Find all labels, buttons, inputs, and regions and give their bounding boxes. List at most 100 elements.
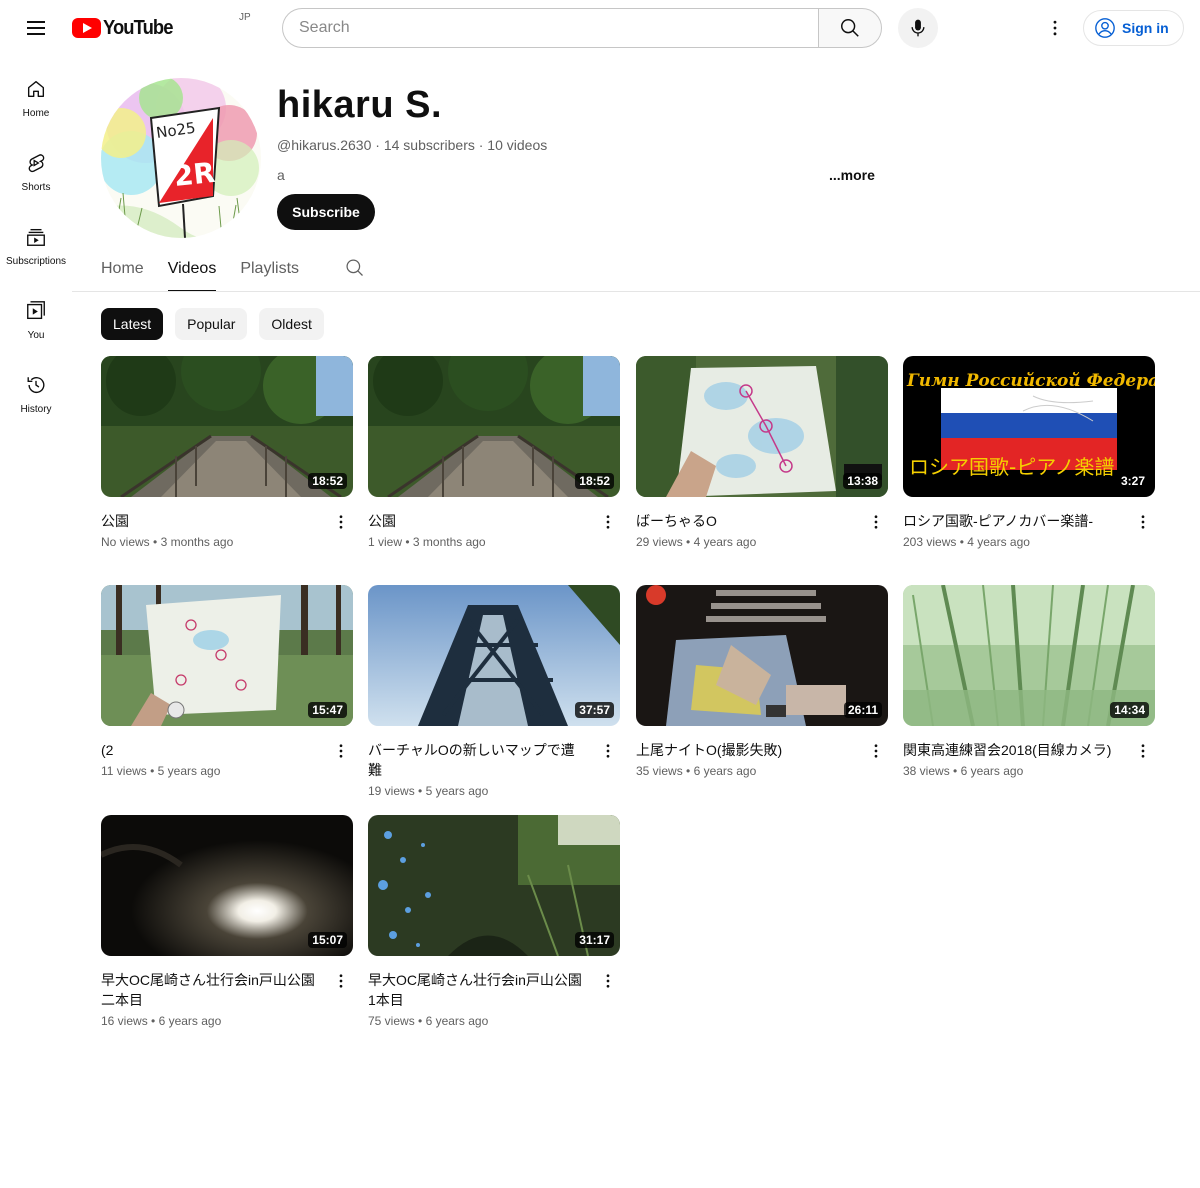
- video-age: 6 years ago: [960, 764, 1024, 778]
- chip-popular[interactable]: Popular: [175, 308, 248, 340]
- tab-home[interactable]: Home: [101, 248, 144, 292]
- video-duration: 14:34: [1110, 702, 1149, 718]
- video-thumbnail[interactable]: 18:52: [368, 356, 620, 497]
- video-menu-button[interactable]: [596, 969, 620, 993]
- video-card[interactable]: 18:52 公園 No views • 3 months ago: [101, 356, 353, 549]
- video-card[interactable]: 15:07 早大OC尾崎さん壮行会in戸山公園二本目 16 views • 6 …: [101, 815, 353, 1028]
- menu-icon[interactable]: [16, 8, 56, 48]
- more-vert-icon: [1141, 744, 1145, 758]
- channel-name: hikaru S.: [277, 84, 442, 126]
- video-thumbnail[interactable]: 14:34: [903, 585, 1155, 726]
- voice-search-button[interactable]: [898, 8, 938, 48]
- masthead: YouTube JP Sign in: [0, 0, 1200, 56]
- subscriptions-icon: [27, 228, 45, 246]
- video-duration: 15:47: [308, 702, 347, 718]
- video-title[interactable]: 上尾ナイトO(撮影失敗): [636, 740, 856, 760]
- video-menu-button[interactable]: [329, 739, 353, 763]
- tab-videos[interactable]: Videos: [167, 248, 216, 292]
- video-duration: 18:52: [575, 473, 614, 489]
- video-metadata: 11 views • 5 years ago: [101, 764, 221, 778]
- video-card[interactable]: 37:57 バーチャルOの新しいマップで遭難 19 views • 5 year…: [368, 585, 620, 798]
- video-title[interactable]: 早大OC尾崎さん壮行会in戸山公園二本目: [101, 970, 321, 1010]
- sidebar-item-subscriptions[interactable]: Subscriptions: [0, 204, 72, 278]
- channel-description[interactable]: a: [277, 167, 285, 183]
- video-card[interactable]: Гимн Российской Федерации ロシア国歌-ピアノ楽譜 3:…: [903, 356, 1155, 549]
- video-thumbnail[interactable]: 18:52: [101, 356, 353, 497]
- video-thumbnail[interactable]: 31:17: [368, 815, 620, 956]
- logo-text: YouTube: [103, 16, 173, 39]
- video-duration: 15:07: [308, 932, 347, 948]
- sort-chips: Latest Popular Oldest: [101, 308, 324, 340]
- video-title[interactable]: 公園: [368, 511, 588, 531]
- video-title[interactable]: ばーちゃるO: [636, 511, 856, 531]
- subscribe-button[interactable]: Subscribe: [277, 194, 375, 230]
- video-duration: 3:27: [1116, 473, 1149, 489]
- video-menu-button[interactable]: [1131, 739, 1155, 763]
- search-icon: [346, 259, 363, 276]
- sidebar-item-label: History: [20, 404, 52, 415]
- sidebar-item-home[interactable]: Home: [0, 56, 72, 130]
- sidebar-item-history[interactable]: History: [0, 352, 72, 426]
- chip-oldest[interactable]: Oldest: [259, 308, 324, 340]
- video-title[interactable]: 早大OC尾崎さん壮行会in戸山公園1本目: [368, 970, 588, 1010]
- video-thumbnail[interactable]: 26:11: [636, 585, 888, 726]
- video-duration: 26:11: [843, 702, 882, 718]
- country-code: JP: [239, 12, 251, 23]
- video-thumbnail[interactable]: 15:47: [101, 585, 353, 726]
- video-card[interactable]: 14:34 関東高連練習会2018(目線カメラ) 38 views • 6 ye…: [903, 585, 1155, 778]
- video-title[interactable]: バーチャルOの新しいマップで遭難: [368, 740, 588, 780]
- video-age: 3 months ago: [412, 535, 486, 549]
- video-metadata: 16 views • 6 years ago: [101, 1014, 222, 1028]
- video-metadata: 1 view • 3 months ago: [368, 535, 486, 549]
- more-vert-icon: [1053, 20, 1057, 36]
- search-button[interactable]: [818, 8, 882, 48]
- video-views: 203 views: [903, 535, 957, 549]
- tab-playlists[interactable]: Playlists: [240, 248, 299, 292]
- video-title[interactable]: (2: [101, 740, 321, 760]
- video-thumbnail[interactable]: 37:57: [368, 585, 620, 726]
- video-menu-button[interactable]: [329, 510, 353, 534]
- search-input[interactable]: [282, 8, 818, 48]
- youtube-play-icon: [72, 18, 101, 38]
- settings-more-button[interactable]: [1035, 8, 1075, 48]
- video-card[interactable]: 18:52 公園 1 view • 3 months ago: [368, 356, 620, 549]
- video-menu-button[interactable]: [864, 510, 888, 534]
- sidebar-item-shorts[interactable]: Shorts: [0, 130, 72, 204]
- video-title[interactable]: ロシア国歌-ピアノカバー楽譜-: [903, 511, 1123, 531]
- video-card[interactable]: 13:38 ばーちゃるO 29 views • 4 years ago: [636, 356, 888, 549]
- video-views: 11 views: [101, 764, 147, 778]
- thumbnail-overlay-japanese: ロシア国歌-ピアノ楽譜: [909, 455, 1114, 479]
- video-menu-button[interactable]: [329, 969, 353, 993]
- video-menu-button[interactable]: [1131, 510, 1155, 534]
- channel-search-button[interactable]: [345, 258, 365, 283]
- more-vert-icon: [874, 744, 878, 758]
- shorts-icon: [28, 154, 45, 173]
- video-card[interactable]: 15:47 (2 11 views • 5 years ago: [101, 585, 353, 778]
- video-metadata: 19 views • 5 years ago: [368, 784, 489, 798]
- video-card[interactable]: 26:11 上尾ナイトO(撮影失敗) 35 views • 6 years ag…: [636, 585, 888, 778]
- video-card[interactable]: 31:17 早大OC尾崎さん壮行会in戸山公園1本目 75 views • 6 …: [368, 815, 620, 1028]
- video-thumbnail[interactable]: 15:07: [101, 815, 353, 956]
- description-more-link[interactable]: ...more: [829, 167, 875, 183]
- sign-in-label: Sign in: [1122, 20, 1169, 36]
- video-metadata: 29 views • 4 years ago: [636, 535, 757, 549]
- more-vert-icon: [339, 744, 343, 758]
- video-metadata: 38 views • 6 years ago: [903, 764, 1024, 778]
- sign-in-button[interactable]: Sign in: [1083, 10, 1184, 46]
- video-thumbnail[interactable]: Гимн Российской Федерации ロシア国歌-ピアノ楽譜 3:…: [903, 356, 1155, 497]
- video-age: 6 years ago: [693, 764, 757, 778]
- video-views: 75 views: [368, 1014, 415, 1028]
- youtube-logo[interactable]: YouTube JP: [72, 12, 251, 40]
- video-age: 6 years ago: [158, 1014, 222, 1028]
- video-duration: 18:52: [308, 473, 347, 489]
- video-views: 35 views: [636, 764, 683, 778]
- video-title[interactable]: 関東高連練習会2018(目線カメラ): [903, 740, 1123, 760]
- video-menu-button[interactable]: [864, 739, 888, 763]
- chip-latest[interactable]: Latest: [101, 308, 164, 340]
- video-title[interactable]: 公園: [101, 511, 321, 531]
- sidebar-item-you[interactable]: You: [0, 278, 72, 352]
- video-menu-button[interactable]: [596, 739, 620, 763]
- video-thumbnail[interactable]: 13:38: [636, 356, 888, 497]
- video-menu-button[interactable]: [596, 510, 620, 534]
- channel-tabs: Home Videos Playlists: [101, 248, 323, 292]
